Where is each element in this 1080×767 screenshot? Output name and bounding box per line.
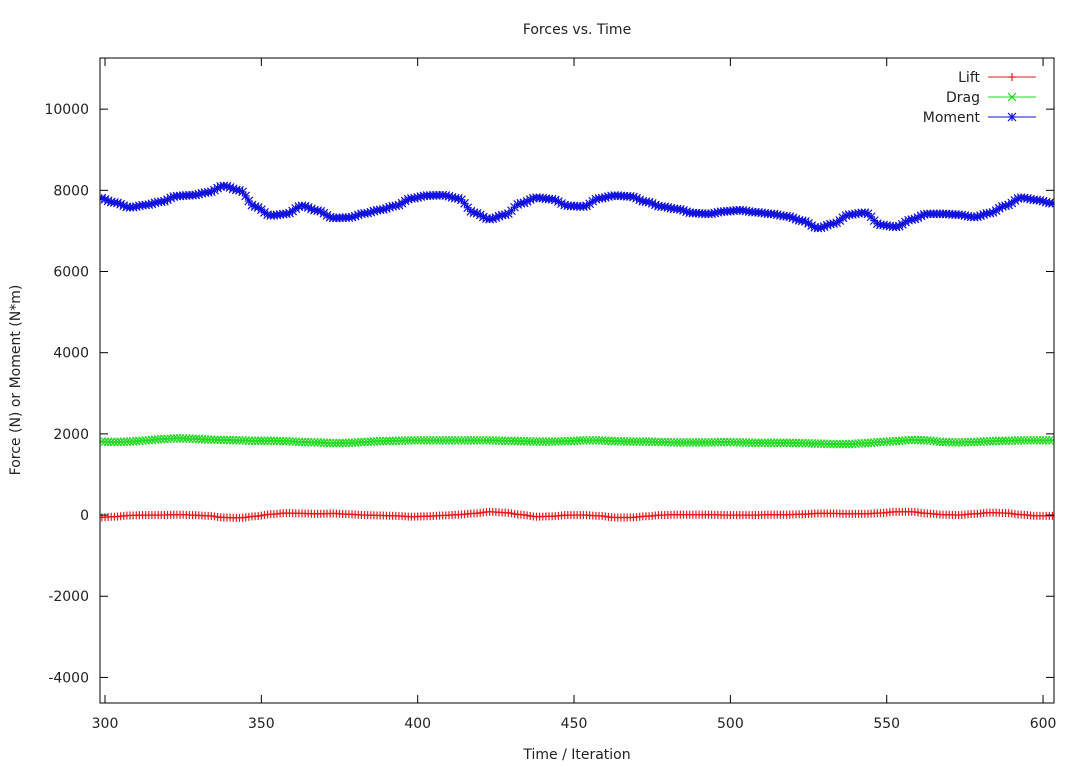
- axes-layer: 300 350 400 450 500 550 600 -4000 -2000 0 2000 4000…: [44, 57, 1057, 732]
- chart-title: Forces vs. Time: [523, 22, 631, 38]
- y-tick-label: 0: [80, 508, 89, 524]
- x-tick-label: 550: [873, 716, 900, 732]
- series-lift: [100, 507, 1054, 522]
- legend-label: Lift: [958, 70, 980, 86]
- series-moment: [100, 181, 1054, 233]
- x-tick-label: 400: [404, 716, 431, 732]
- x-axis-label: Time / Iteration: [522, 747, 630, 763]
- x-tick-label: 450: [561, 716, 588, 732]
- legend-item-moment: Moment: [923, 110, 1036, 126]
- moment-point: [1048, 198, 1054, 208]
- legend-item-drag: Drag: [946, 90, 1036, 106]
- legend: Lift Drag Moment: [923, 70, 1036, 126]
- legend-item-lift: Lift: [958, 70, 1036, 86]
- y-tick-label: 10000: [44, 102, 89, 118]
- y-tick-label: 8000: [53, 183, 89, 199]
- series-layer: [100, 181, 1054, 522]
- y-tick-label: 4000: [53, 346, 89, 362]
- y-tick-label: 6000: [53, 265, 89, 281]
- y-tick-label: -4000: [48, 670, 89, 686]
- series-drag: [100, 433, 1054, 449]
- y-tick-label: 2000: [53, 427, 89, 443]
- x-tick-label: 350: [248, 716, 275, 732]
- y-axis-label: Force (N) or Moment (N*m): [8, 285, 24, 476]
- y-tick-label: -2000: [48, 589, 89, 605]
- x-tick-label: 600: [1030, 716, 1057, 732]
- legend-marker: [1008, 73, 1016, 81]
- x-tick-label: 500: [717, 716, 744, 732]
- forces-vs-time-chart: Forces vs. Time Time / Iteration Force (…: [8, 22, 1057, 763]
- legend-label: Moment: [923, 110, 981, 126]
- legend-marker: [1007, 112, 1017, 122]
- legend-label: Drag: [946, 90, 980, 106]
- x-tick-label: 300: [92, 716, 119, 732]
- plot-frame: [99, 57, 1055, 704]
